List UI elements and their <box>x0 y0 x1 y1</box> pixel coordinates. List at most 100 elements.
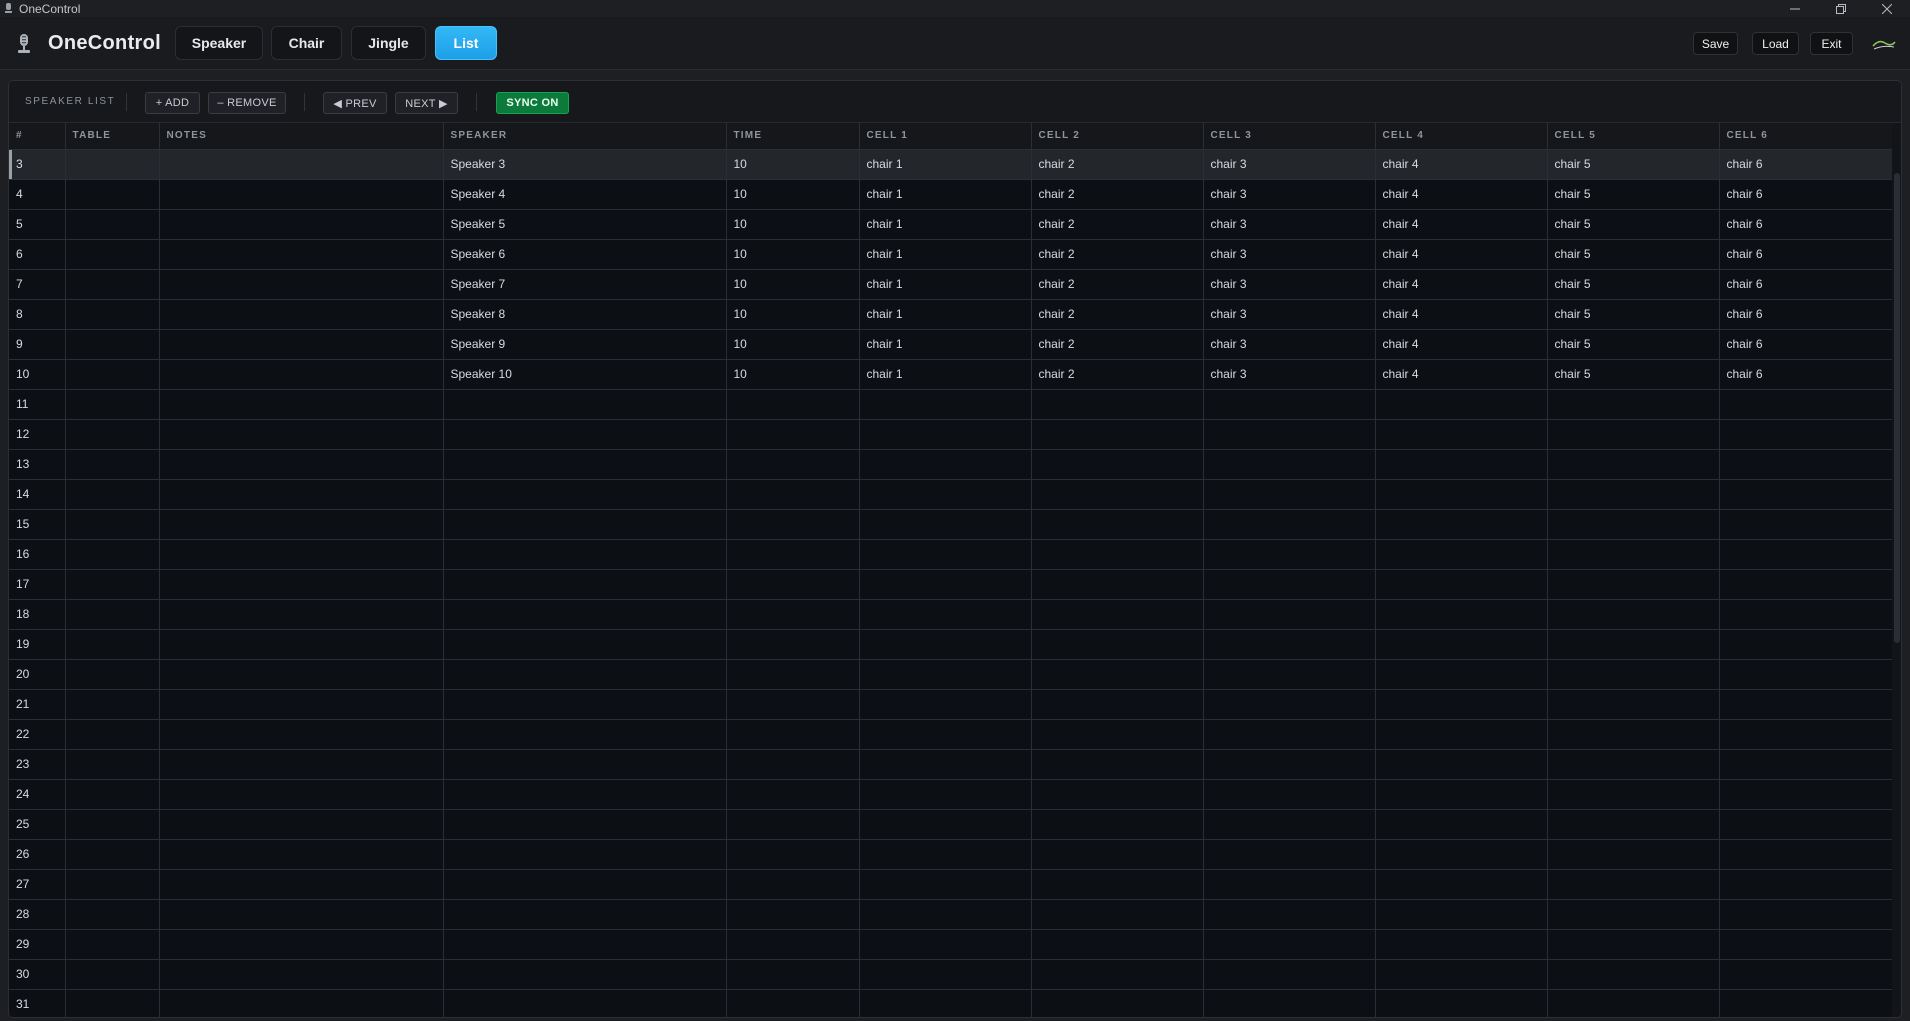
table-row[interactable]: 24 <box>9 779 1894 810</box>
cell-cell-4[interactable] <box>1375 599 1548 630</box>
cell-cell-2[interactable] <box>1031 959 1204 990</box>
cell-time[interactable] <box>726 509 860 540</box>
cell-notes[interactable] <box>159 569 444 600</box>
cell-cell-4[interactable] <box>1375 509 1548 540</box>
cell-index[interactable]: 25 <box>9 809 66 840</box>
remove-speaker-button[interactable]: – REMOVE <box>208 92 286 114</box>
cell-cell-5[interactable] <box>1547 809 1720 840</box>
cell-cell-2[interactable] <box>1031 569 1204 600</box>
cell-cell-5[interactable]: chair 5 <box>1547 299 1720 330</box>
column-header-time[interactable]: TIME <box>726 123 860 150</box>
cell-cell-5[interactable] <box>1547 749 1720 780</box>
cell-table[interactable] <box>65 599 160 630</box>
cell-cell-5[interactable] <box>1547 479 1720 510</box>
cell-table[interactable] <box>65 569 160 600</box>
cell-cell-2[interactable]: chair 2 <box>1031 329 1204 360</box>
cell-table[interactable] <box>65 899 160 930</box>
cell-cell-5[interactable] <box>1547 449 1720 480</box>
table-row[interactable]: 11 <box>9 389 1894 420</box>
cell-cell-5[interactable] <box>1547 509 1720 540</box>
cell-cell-5[interactable] <box>1547 929 1720 960</box>
cell-cell-6[interactable] <box>1719 479 1894 510</box>
cell-speaker[interactable] <box>443 449 727 480</box>
cell-cell-1[interactable] <box>859 959 1032 990</box>
cell-speaker[interactable]: Speaker 10 <box>443 359 727 390</box>
cell-notes[interactable] <box>159 419 444 450</box>
cell-cell-2[interactable] <box>1031 869 1204 900</box>
cell-cell-6[interactable]: chair 6 <box>1719 359 1894 390</box>
cell-cell-6[interactable] <box>1719 599 1894 630</box>
cell-speaker[interactable]: Speaker 5 <box>443 209 727 240</box>
cell-cell-3[interactable] <box>1203 959 1376 990</box>
cell-notes[interactable] <box>159 179 444 210</box>
cell-cell-6[interactable] <box>1719 659 1894 690</box>
cell-notes[interactable] <box>159 809 444 840</box>
cell-index[interactable]: 21 <box>9 689 66 720</box>
cell-cell-3[interactable]: chair 3 <box>1203 359 1376 390</box>
cell-cell-4[interactable]: chair 4 <box>1375 269 1548 300</box>
cell-table[interactable] <box>65 719 160 750</box>
cell-index[interactable]: 23 <box>9 749 66 780</box>
cell-cell-3[interactable]: chair 3 <box>1203 329 1376 360</box>
cell-time[interactable] <box>726 749 860 780</box>
cell-speaker[interactable] <box>443 629 727 660</box>
table-row[interactable]: 10 Speaker 10 10 chair 1 chair 2 chair 3 chair… <box>9 359 1894 390</box>
cell-speaker[interactable]: Speaker 4 <box>443 179 727 210</box>
cell-cell-1[interactable]: chair 1 <box>859 239 1032 270</box>
cell-speaker[interactable] <box>443 389 727 420</box>
cell-cell-6[interactable]: chair 6 <box>1719 299 1894 330</box>
cell-cell-5[interactable]: chair 5 <box>1547 209 1720 240</box>
cell-cell-3[interactable]: chair 3 <box>1203 179 1376 210</box>
cell-cell-6[interactable] <box>1719 629 1894 660</box>
cell-time[interactable]: 10 <box>726 269 860 300</box>
cell-cell-1[interactable] <box>859 719 1032 750</box>
cell-cell-4[interactable]: chair 4 <box>1375 149 1548 180</box>
cell-table[interactable] <box>65 989 160 1017</box>
cell-cell-4[interactable] <box>1375 539 1548 570</box>
cell-speaker[interactable] <box>443 779 727 810</box>
cell-cell-2[interactable] <box>1031 719 1204 750</box>
table-row[interactable]: 16 <box>9 539 1894 570</box>
cell-table[interactable] <box>65 149 160 180</box>
cell-index[interactable]: 7 <box>9 269 66 300</box>
cell-cell-4[interactable] <box>1375 959 1548 990</box>
cell-cell-3[interactable] <box>1203 689 1376 720</box>
column-header-cell-3[interactable]: CELL 3 <box>1203 123 1376 150</box>
cell-cell-4[interactable] <box>1375 479 1548 510</box>
cell-cell-4[interactable] <box>1375 569 1548 600</box>
table-row[interactable]: 30 <box>9 959 1894 990</box>
cell-cell-4[interactable]: chair 4 <box>1375 239 1548 270</box>
cell-cell-5[interactable]: chair 5 <box>1547 149 1720 180</box>
cell-cell-5[interactable] <box>1547 779 1720 810</box>
cell-speaker[interactable] <box>443 959 727 990</box>
cell-index[interactable]: 19 <box>9 629 66 660</box>
cell-notes[interactable] <box>159 509 444 540</box>
cell-cell-6[interactable] <box>1719 779 1894 810</box>
table-row[interactable]: 17 <box>9 569 1894 600</box>
cell-speaker[interactable]: Speaker 9 <box>443 329 727 360</box>
cell-cell-5[interactable] <box>1547 599 1720 630</box>
cell-notes[interactable] <box>159 539 444 570</box>
add-speaker-button[interactable]: + ADD <box>145 92 200 114</box>
cell-index[interactable]: 11 <box>9 389 66 420</box>
cell-cell-2[interactable] <box>1031 689 1204 720</box>
cell-cell-1[interactable] <box>859 749 1032 780</box>
cell-cell-6[interactable]: chair 6 <box>1719 329 1894 360</box>
cell-notes[interactable] <box>159 689 444 720</box>
cell-cell-2[interactable] <box>1031 989 1204 1017</box>
save-button[interactable]: Save <box>1693 32 1738 55</box>
cell-notes[interactable] <box>159 449 444 480</box>
cell-cell-2[interactable] <box>1031 839 1204 870</box>
cell-index[interactable]: 13 <box>9 449 66 480</box>
cell-cell-1[interactable] <box>859 599 1032 630</box>
cell-cell-6[interactable] <box>1719 449 1894 480</box>
cell-cell-6[interactable]: chair 6 <box>1719 149 1894 180</box>
cell-cell-2[interactable] <box>1031 929 1204 960</box>
cell-cell-5[interactable] <box>1547 419 1720 450</box>
cell-time[interactable] <box>726 929 860 960</box>
cell-cell-3[interactable] <box>1203 569 1376 600</box>
cell-cell-6[interactable] <box>1719 899 1894 930</box>
cell-cell-4[interactable] <box>1375 389 1548 420</box>
cell-cell-2[interactable] <box>1031 539 1204 570</box>
cell-cell-3[interactable] <box>1203 599 1376 630</box>
